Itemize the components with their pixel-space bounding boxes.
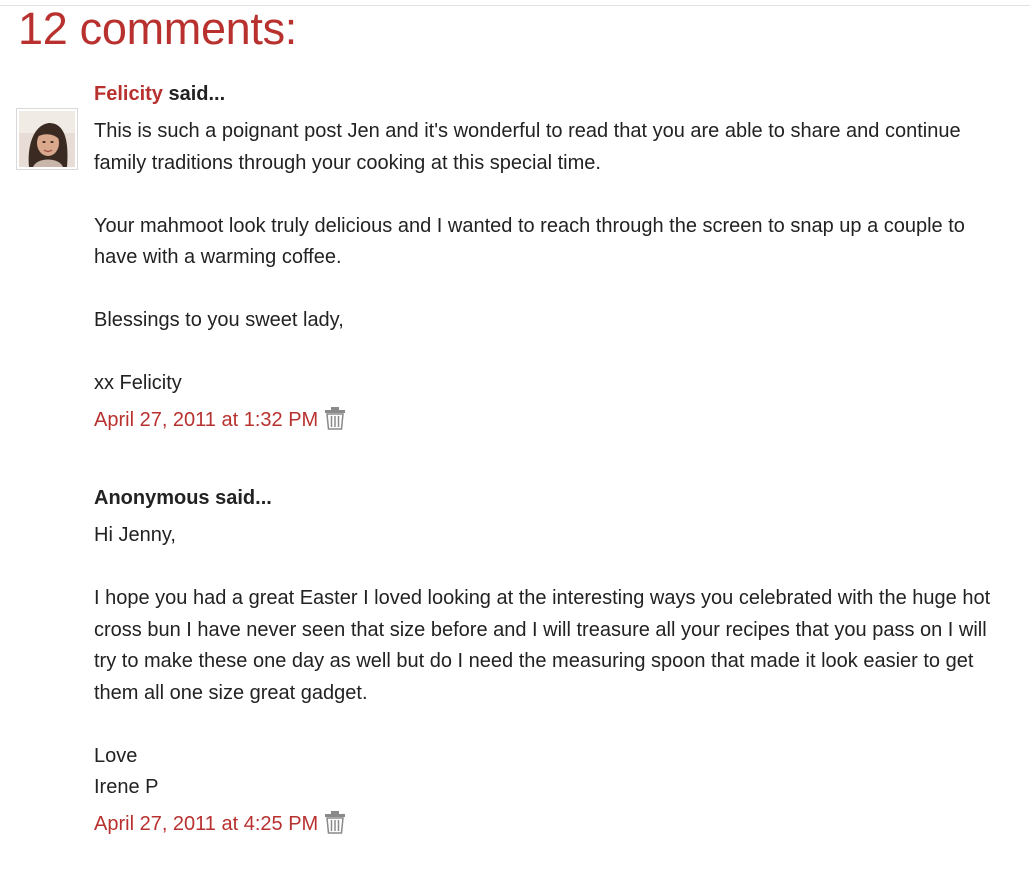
comment-paragraph: I hope you had a great Easter I loved lo… [94,587,991,704]
comment-author-line: Felicity said... [94,80,1004,108]
comment-author-name: Anonymous [94,487,210,509]
comment-paragraph: Love Irene P [94,744,159,799]
comment-paragraph: xx Felicity [94,372,182,394]
delete-comment-button[interactable] [324,406,346,430]
comments-heading: 12 comments: [18,3,298,54]
comment-paragraph: Your mahmoot look truly delicious and I … [94,214,965,269]
comment-footer: April 27, 2011 at 4:25 PM [94,810,1004,838]
trash-icon [325,406,346,430]
comment-paragraph: Blessings to you sweet lady, [94,309,344,331]
said-label: said... [209,487,272,509]
comment: Felicity said... This is such a poignant… [94,80,1004,434]
comment: Anonymous said... Hi Jenny, I hope you h… [94,484,1004,838]
comment-author-link[interactable]: Felicity [94,83,163,105]
comment-paragraph: Hi Jenny, [94,524,176,546]
delete-comment-button[interactable] [324,810,346,834]
comment-body: This is such a poignant post Jen and it'… [94,116,1004,400]
trash-icon [325,810,346,834]
comment-body: Hi Jenny, I hope you had a great Easter … [94,520,1004,804]
avatar[interactable] [16,108,78,170]
comment-timestamp-link[interactable]: April 27, 2011 at 4:25 PM [94,810,318,838]
avatar-photo [19,111,75,167]
comment-footer: April 27, 2011 at 1:32 PM [94,406,1004,434]
comment-paragraph: This is such a poignant post Jen and it'… [94,120,961,174]
comment-author-line: Anonymous said... [94,484,1004,512]
comment-timestamp-link[interactable]: April 27, 2011 at 1:32 PM [94,406,318,434]
said-label: said... [162,83,226,105]
